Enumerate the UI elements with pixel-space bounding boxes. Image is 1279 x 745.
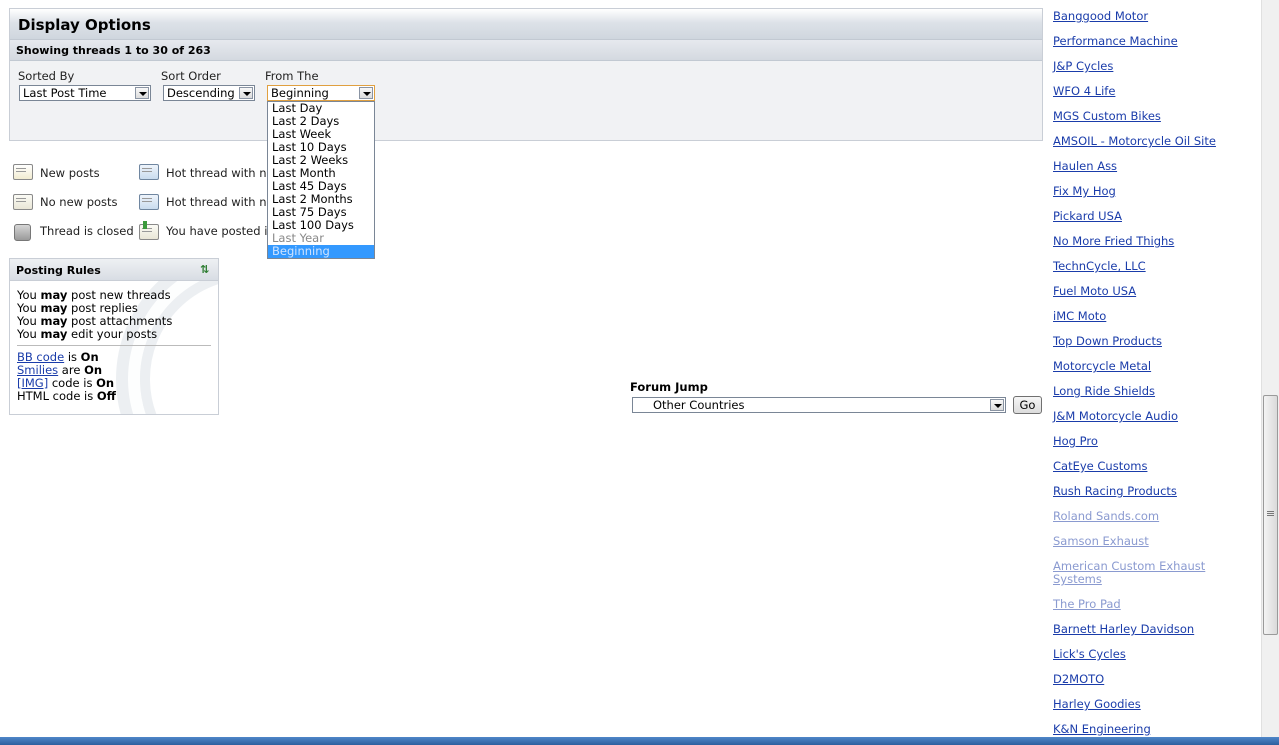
chevron-down-icon[interactable]	[239, 87, 253, 99]
img-code-link[interactable]: [IMG]	[17, 376, 48, 390]
posting-rules-body: You may post new threads You may post re…	[10, 281, 218, 411]
rule-line: You may edit your posts	[17, 327, 158, 341]
sort-order-label: Sort Order	[161, 69, 221, 83]
sponsor-link[interactable]: American Custom Exhaust Systems	[1053, 560, 1248, 586]
sponsor-link[interactable]: Pickard USA	[1053, 210, 1248, 223]
sponsor-link[interactable]: The Pro Pad	[1053, 598, 1248, 611]
chevron-down-icon[interactable]	[359, 87, 373, 99]
lock-icon	[14, 224, 31, 241]
sponsor-link[interactable]: AMSOIL - Motorcycle Oil Site	[1053, 135, 1248, 148]
posting-rules-title: Posting Rules	[16, 264, 101, 277]
sponsor-link[interactable]: Fuel Moto USA	[1053, 285, 1248, 298]
sponsor-link[interactable]: Roland Sands.com	[1053, 510, 1248, 523]
sponsor-link[interactable]: Fix My Hog	[1053, 185, 1248, 198]
from-the-select[interactable]: Beginning	[267, 85, 375, 101]
legend-hot-new: Hot thread with ne	[166, 166, 274, 180]
taskbar-edge	[0, 737, 1279, 745]
new-posts-icon	[13, 164, 33, 180]
no-new-posts-icon	[13, 194, 33, 210]
sponsor-link[interactable]: TechnCycle, LLC	[1053, 260, 1248, 273]
from-the-value: Beginning	[271, 86, 329, 100]
posting-rules-header: Posting Rules ⇅	[10, 259, 218, 281]
display-options-title: Display Options	[10, 9, 1042, 40]
sponsor-link[interactable]: Top Down Products	[1053, 335, 1248, 348]
sorted-by-select[interactable]: Last Post Time	[19, 85, 151, 101]
dropdown-option-selected[interactable]: Beginning	[268, 245, 374, 258]
sponsor-link[interactable]: Samson Exhaust	[1053, 535, 1248, 548]
sorted-by-label: Sorted By	[18, 69, 75, 83]
sponsor-link[interactable]: Long Ride Shields	[1053, 385, 1248, 398]
sponsor-link[interactable]: CatEye Customs	[1053, 460, 1248, 473]
sponsor-link[interactable]: MGS Custom Bikes	[1053, 110, 1248, 123]
legend-posted: You have posted i	[166, 224, 268, 238]
sort-order-value: Descending	[167, 86, 235, 100]
thread-count-text: Showing threads 1 to 30 of 263	[10, 40, 1042, 61]
posting-rules-box: Posting Rules ⇅ You may post new threads…	[9, 258, 219, 415]
go-button[interactable]: Go	[1013, 396, 1042, 414]
sponsor-link[interactable]: Haulen Ass	[1053, 160, 1248, 173]
sponsor-link[interactable]: Banggood Motor	[1053, 10, 1248, 23]
from-the-dropdown-list[interactable]: Last Day Last 2 Days Last Week Last 10 D…	[267, 101, 375, 259]
sponsor-link[interactable]: Rush Racing Products	[1053, 485, 1248, 498]
sponsor-link[interactable]: Performance Machine	[1053, 35, 1248, 48]
collapse-icon[interactable]: ⇅	[200, 264, 210, 276]
hot-thread-no-new-icon	[139, 194, 159, 210]
forum-jump-value: Other Countries	[653, 398, 745, 412]
sponsor-link[interactable]: J&P Cycles	[1053, 60, 1248, 73]
hot-thread-new-icon	[139, 164, 159, 180]
sponsor-link[interactable]: K&N Engineering	[1053, 723, 1248, 736]
posted-thread-icon	[139, 221, 159, 240]
sponsor-link[interactable]: iMC Moto	[1053, 310, 1248, 323]
sponsor-link[interactable]: Lick's Cycles	[1053, 648, 1248, 661]
scrollbar-thumb[interactable]	[1263, 395, 1278, 635]
sorted-by-value: Last Post Time	[23, 86, 107, 100]
smilies-link[interactable]: Smilies	[17, 363, 58, 377]
legend-no-new-posts: No new posts	[40, 195, 118, 209]
divider	[17, 345, 211, 346]
sponsor-link[interactable]: Hog Pro	[1053, 435, 1248, 448]
sponsor-link[interactable]: WFO 4 Life	[1053, 85, 1248, 98]
legend-thread-closed: Thread is closed	[40, 224, 134, 238]
forum-jump-arrow[interactable]	[990, 399, 1004, 411]
forum-jump-label: Forum Jump	[630, 380, 708, 394]
vertical-scrollbar[interactable]	[1261, 0, 1279, 737]
chevron-down-icon[interactable]	[990, 399, 1004, 411]
chevron-down-icon[interactable]	[135, 87, 149, 99]
bb-code-link[interactable]: BB code	[17, 350, 64, 364]
grip-icon	[1267, 511, 1274, 512]
sponsor-link[interactable]: No More Fried Thighs	[1053, 235, 1248, 248]
html-code-status: HTML code is Off	[17, 389, 116, 403]
sponsor-link[interactable]: Barnett Harley Davidson	[1053, 623, 1248, 636]
legend-new-posts: New posts	[40, 166, 100, 180]
sponsor-link[interactable]: Motorcycle Metal	[1053, 360, 1248, 373]
forum-jump-select[interactable]: Other Countries	[632, 397, 1006, 413]
sponsor-link[interactable]: D2MOTO	[1053, 673, 1248, 686]
sponsor-link[interactable]: Harley Goodies	[1053, 698, 1248, 711]
from-the-label: From The	[265, 69, 319, 83]
sponsor-link[interactable]: J&M Motorcycle Audio	[1053, 410, 1248, 423]
sort-order-select[interactable]: Descending	[163, 85, 255, 101]
legend-hot-no-new: Hot thread with no	[166, 195, 274, 209]
